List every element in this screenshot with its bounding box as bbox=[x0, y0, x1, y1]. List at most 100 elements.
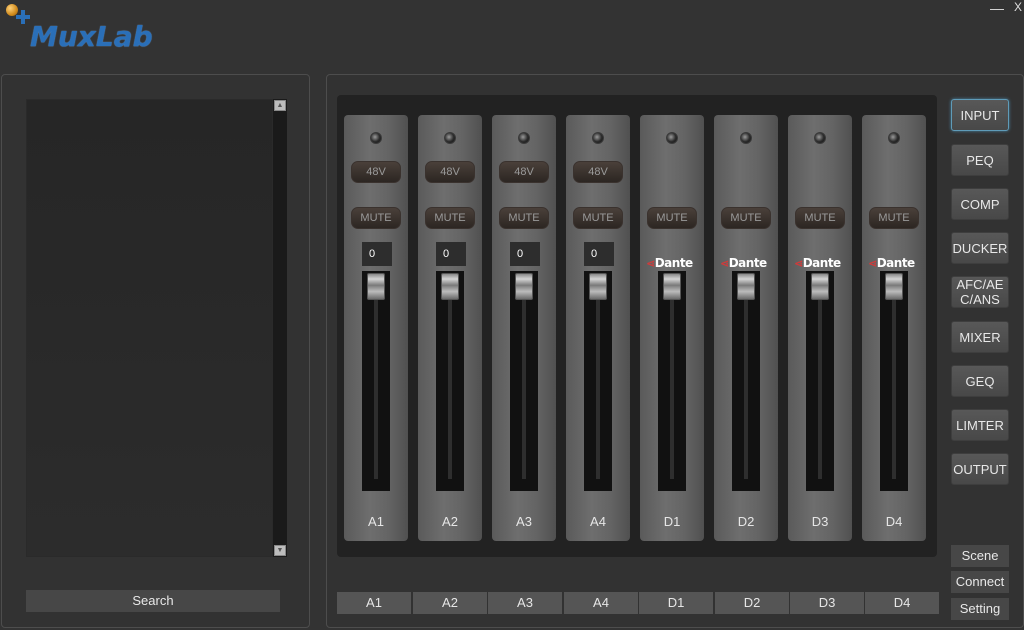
gain-input[interactable]: 0 bbox=[510, 242, 540, 266]
channel-tab-a3[interactable]: A3 bbox=[488, 592, 562, 614]
fader-track[interactable] bbox=[436, 271, 464, 491]
channel-label: D3 bbox=[811, 514, 829, 529]
menu-button-geq[interactable]: GEQ bbox=[951, 365, 1009, 397]
channel-tab-d1[interactable]: D1 bbox=[639, 592, 713, 614]
mute-button[interactable]: MUTE bbox=[795, 207, 845, 229]
fader-track[interactable] bbox=[510, 271, 538, 491]
close-button[interactable]: X bbox=[1014, 0, 1024, 14]
channel-tab-a2[interactable]: A2 bbox=[413, 592, 487, 614]
channel-strip-a3: 48V MUTE 0 A3 bbox=[492, 115, 556, 541]
dante-mark-icon: ⋖ bbox=[720, 257, 729, 270]
channel-label: D1 bbox=[663, 514, 681, 529]
channel-strip-a2: 48V MUTE 0 A2 bbox=[418, 115, 482, 541]
phantom-48v-button[interactable]: 48V bbox=[351, 161, 401, 183]
fader-knob[interactable] bbox=[515, 273, 533, 300]
fader-slot bbox=[892, 289, 896, 479]
fader-knob[interactable] bbox=[663, 273, 681, 300]
fader-track[interactable] bbox=[584, 271, 612, 491]
fader-knob[interactable] bbox=[367, 273, 385, 300]
menu-button-peq[interactable]: PEQ bbox=[951, 144, 1009, 176]
channel-tab-d3[interactable]: D3 bbox=[790, 592, 864, 614]
signal-led-icon bbox=[592, 132, 604, 144]
menu-button-output[interactable]: OUTPUT bbox=[951, 453, 1009, 485]
signal-led-icon bbox=[888, 132, 900, 144]
scroll-up-icon[interactable]: ▲ bbox=[274, 100, 286, 111]
fader-track[interactable] bbox=[880, 271, 908, 491]
fader-slot bbox=[596, 289, 600, 479]
fader-slot bbox=[374, 289, 378, 479]
mute-button[interactable]: MUTE bbox=[647, 207, 697, 229]
muxlab-logo: MuxLab bbox=[6, 4, 176, 54]
fader-slot bbox=[522, 289, 526, 479]
dante-label: Dante bbox=[728, 256, 767, 270]
mute-button[interactable]: MUTE bbox=[499, 207, 549, 229]
dante-label: Dante bbox=[802, 256, 841, 270]
dante-logo: ⋖Dante bbox=[720, 256, 776, 272]
fader-knob[interactable] bbox=[441, 273, 459, 300]
channel-strip-a4: 48V MUTE 0 A4 bbox=[566, 115, 630, 541]
channel-strip-d3: MUTE ⋖Dante D3 bbox=[788, 115, 852, 541]
channel-label: D2 bbox=[737, 514, 755, 529]
mute-button[interactable]: MUTE bbox=[351, 207, 401, 229]
phantom-48v-button[interactable]: 48V bbox=[499, 161, 549, 183]
minimize-button[interactable]: — bbox=[990, 1, 1004, 16]
channel-label: A2 bbox=[442, 514, 458, 529]
fader-track[interactable] bbox=[806, 271, 834, 491]
mute-button[interactable]: MUTE bbox=[869, 207, 919, 229]
device-list[interactable] bbox=[26, 99, 273, 557]
fader-track[interactable] bbox=[732, 271, 760, 491]
channel-label: A4 bbox=[590, 514, 606, 529]
fader-track[interactable] bbox=[658, 271, 686, 491]
channel-tab-a1[interactable]: A1 bbox=[337, 592, 411, 614]
phantom-48v-button[interactable]: 48V bbox=[573, 161, 623, 183]
signal-led-icon bbox=[740, 132, 752, 144]
channel-strip-a1: 48V MUTE 0 A1 bbox=[344, 115, 408, 541]
menu-button-afc-aec-ans[interactable]: AFC/AE C/ANS bbox=[951, 276, 1009, 308]
fader-slot bbox=[670, 289, 674, 479]
fader-slot bbox=[744, 289, 748, 479]
gain-input[interactable]: 0 bbox=[436, 242, 466, 266]
fader-slot bbox=[448, 289, 452, 479]
mute-button[interactable]: MUTE bbox=[425, 207, 475, 229]
channel-strip-d4: MUTE ⋖Dante D4 bbox=[862, 115, 926, 541]
dante-mark-icon: ⋖ bbox=[646, 257, 655, 270]
dante-label: Dante bbox=[876, 256, 915, 270]
fader-track[interactable] bbox=[362, 271, 390, 491]
gain-input[interactable]: 0 bbox=[362, 242, 392, 266]
fader-knob[interactable] bbox=[589, 273, 607, 300]
menu-button-limter[interactable]: LIMTER bbox=[951, 409, 1009, 441]
menu-button-input[interactable]: INPUT bbox=[951, 99, 1009, 131]
dante-mark-icon: ⋖ bbox=[868, 257, 877, 270]
channel-tab-d4[interactable]: D4 bbox=[865, 592, 939, 614]
channel-tab-a4[interactable]: A4 bbox=[564, 592, 638, 614]
search-button[interactable]: Search bbox=[26, 590, 280, 612]
signal-led-icon bbox=[444, 132, 456, 144]
menu-button-ducker[interactable]: DUCKER bbox=[951, 232, 1009, 264]
connect-button[interactable]: Connect bbox=[951, 571, 1009, 593]
fader-slot bbox=[818, 289, 822, 479]
fader-knob[interactable] bbox=[737, 273, 755, 300]
menu-button-mixer[interactable]: MIXER bbox=[951, 321, 1009, 353]
channel-tab-d2[interactable]: D2 bbox=[715, 592, 789, 614]
scroll-down-icon[interactable]: ▼ bbox=[274, 545, 286, 556]
mute-button[interactable]: MUTE bbox=[573, 207, 623, 229]
signal-led-icon bbox=[518, 132, 530, 144]
fader-knob[interactable] bbox=[885, 273, 903, 300]
setting-button[interactable]: Setting bbox=[951, 598, 1009, 620]
dante-logo: ⋖Dante bbox=[794, 256, 850, 272]
mute-button[interactable]: MUTE bbox=[721, 207, 771, 229]
dante-logo: ⋖Dante bbox=[868, 256, 924, 272]
menu-button-comp[interactable]: COMP bbox=[951, 188, 1009, 220]
device-list-scrollbar[interactable]: ▲ ▼ bbox=[273, 99, 287, 557]
channel-label: D4 bbox=[885, 514, 903, 529]
fader-knob[interactable] bbox=[811, 273, 829, 300]
gain-input[interactable]: 0 bbox=[584, 242, 614, 266]
dante-mark-icon: ⋖ bbox=[794, 257, 803, 270]
signal-led-icon bbox=[666, 132, 678, 144]
channel-strips-area: 48V MUTE 0 A1 48V MUTE 0 A2 48V MUTE 0 A3 48V MUTE… bbox=[337, 95, 937, 557]
phantom-48v-button[interactable]: 48V bbox=[425, 161, 475, 183]
dante-logo: ⋖Dante bbox=[646, 256, 702, 272]
channel-strip-d1: MUTE ⋖Dante D1 bbox=[640, 115, 704, 541]
scene-button[interactable]: Scene bbox=[951, 545, 1009, 567]
channel-label: A1 bbox=[368, 514, 384, 529]
